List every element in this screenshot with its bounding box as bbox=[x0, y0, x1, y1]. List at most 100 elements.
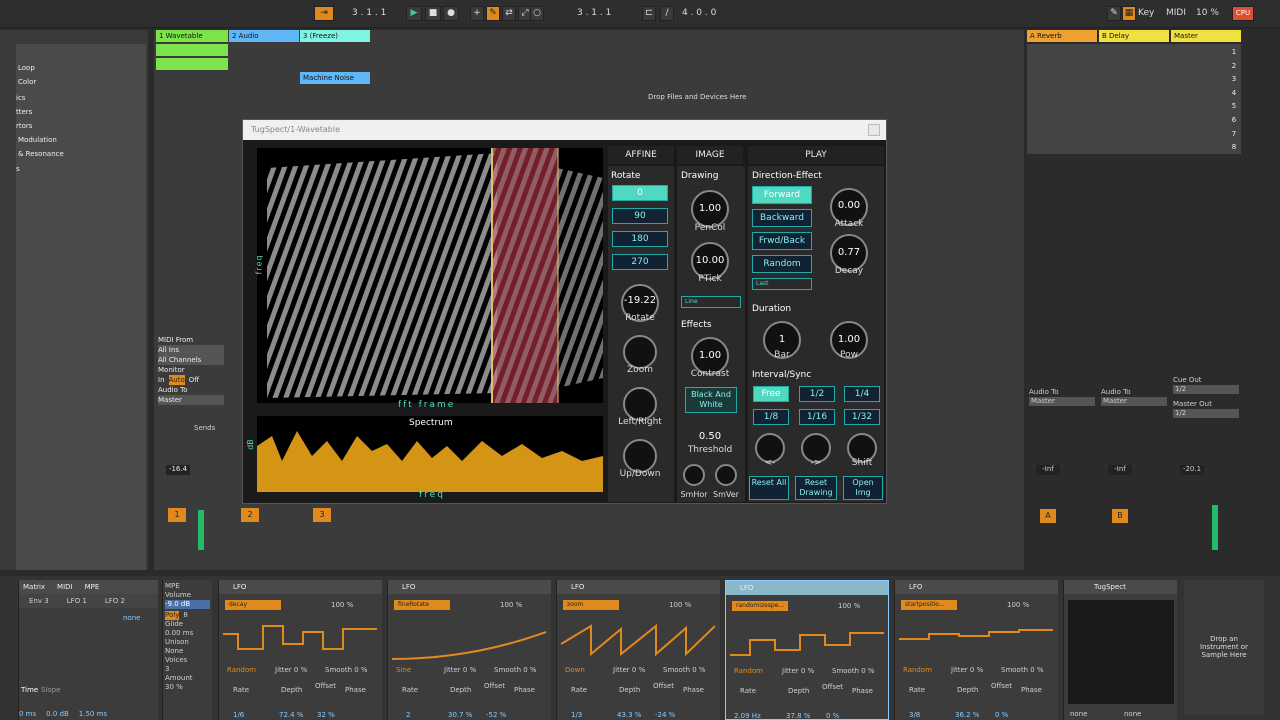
return-b-output[interactable]: Master bbox=[1101, 397, 1167, 406]
loop-length[interactable]: 4 . 0 . 0 bbox=[682, 8, 716, 18]
random-button[interactable]: Random bbox=[752, 255, 812, 273]
lfo-title[interactable]: LFO bbox=[726, 581, 888, 595]
key-map-button[interactable]: Key bbox=[1138, 8, 1154, 18]
sync-free-button[interactable]: Free bbox=[753, 386, 789, 402]
track-header-2[interactable]: 2 Audio bbox=[229, 30, 299, 42]
lfo-wave-select[interactable]: Down bbox=[565, 666, 585, 674]
left-right-knob[interactable] bbox=[623, 387, 657, 421]
browser-item[interactable]: tters bbox=[16, 108, 32, 116]
lfo-jitter[interactable]: Jitter 0 % bbox=[951, 666, 983, 674]
plugin-title-bar[interactable]: TugSpect/1-Wavetable bbox=[243, 120, 886, 140]
track-header-1[interactable]: 1 Wavetable bbox=[156, 30, 228, 42]
poly-button[interactable]: Poly bbox=[165, 611, 180, 620]
scene-number[interactable]: 7 bbox=[1228, 128, 1240, 142]
session-record-button[interactable]: ○ bbox=[530, 6, 544, 21]
sync-sixteenth-button[interactable]: 1/16 bbox=[799, 409, 835, 425]
threshold-value[interactable]: 0.50 bbox=[683, 431, 737, 442]
lfo-wave-select[interactable]: Random bbox=[903, 666, 932, 674]
lfo-amount[interactable]: 100 % bbox=[331, 601, 353, 609]
smver-knob[interactable] bbox=[715, 464, 737, 486]
overdub-button[interactable]: + bbox=[470, 6, 484, 21]
scene-number[interactable]: 4 bbox=[1228, 87, 1240, 101]
lfo-offset-value[interactable]: 0 % bbox=[995, 711, 1008, 719]
record-button[interactable]: ● bbox=[443, 6, 459, 21]
browser-item[interactable]: & Resonance bbox=[18, 150, 64, 158]
voices-count[interactable]: 8 bbox=[183, 611, 187, 620]
lfo-target-none[interactable]: none bbox=[123, 614, 140, 622]
tab-lfo2[interactable]: LFO 2 bbox=[105, 597, 125, 605]
punch-in-button[interactable]: ⊏ bbox=[642, 6, 656, 21]
lfo-title[interactable]: LFO bbox=[895, 580, 1058, 594]
return-header-a[interactable]: A Reverb bbox=[1027, 30, 1097, 42]
lfo-rate-value[interactable]: 1/3 bbox=[571, 711, 582, 719]
track-activator-3[interactable]: 3 bbox=[313, 508, 331, 522]
unison-select[interactable]: None bbox=[165, 647, 210, 656]
tugspect-select-2[interactable]: none bbox=[1124, 710, 1141, 718]
cue-out-select[interactable]: 1/2 bbox=[1173, 385, 1239, 394]
lfo-smooth[interactable]: Smooth 0 % bbox=[1001, 666, 1044, 674]
draw-mode-button[interactable]: ∕ bbox=[660, 6, 674, 21]
close-icon[interactable] bbox=[868, 124, 880, 136]
forward-back-button[interactable]: Frwd/Back bbox=[752, 232, 812, 250]
lfo-smooth[interactable]: Smooth 0 % bbox=[325, 666, 368, 674]
browser-item[interactable]: Loop bbox=[18, 64, 35, 72]
lfo-target[interactable]: zoom bbox=[563, 600, 619, 610]
lfo-target[interactable]: decay bbox=[225, 600, 281, 610]
tab-affine[interactable]: AFFINE bbox=[608, 146, 674, 164]
amount-value[interactable]: 30 % bbox=[165, 683, 210, 692]
lfo-offset-value[interactable]: 32 % bbox=[317, 711, 335, 719]
lfo-depth-value[interactable]: 72.4 % bbox=[279, 711, 303, 719]
clip-machine-noise[interactable]: Machine Noise bbox=[300, 72, 370, 84]
env-gain-value[interactable]: 0.0 dB bbox=[46, 710, 69, 718]
return-a-volume[interactable]: -Inf bbox=[1036, 465, 1060, 475]
sync-thirtysecond-button[interactable]: 1/32 bbox=[844, 409, 880, 425]
open-img-button[interactable]: Open Img bbox=[843, 476, 883, 500]
master-header[interactable]: Master bbox=[1171, 30, 1241, 42]
tugspect-preview[interactable] bbox=[1068, 600, 1174, 704]
lfo-depth-value[interactable]: 43.3 % bbox=[617, 711, 641, 719]
lfo-offset-value[interactable]: -52 % bbox=[486, 711, 506, 719]
black-white-button[interactable]: Black And White bbox=[685, 387, 737, 413]
rotate-180-button[interactable]: 180 bbox=[612, 231, 668, 247]
tab-lfo1[interactable]: LFO 1 bbox=[67, 597, 87, 605]
return-b-activator[interactable]: B bbox=[1112, 509, 1128, 523]
automation-arm-button[interactable]: ✎ bbox=[486, 6, 500, 21]
zoom-knob[interactable] bbox=[623, 335, 657, 369]
lfo-smooth[interactable]: Smooth 0 % bbox=[663, 666, 706, 674]
mode-select[interactable]: Last bbox=[752, 278, 812, 290]
lfo-title[interactable]: LFO bbox=[219, 580, 382, 594]
browser-item[interactable]: Color bbox=[18, 78, 36, 86]
lfo-target[interactable]: fineRotate bbox=[394, 600, 450, 610]
lfo-rate-value[interactable]: 1/6 bbox=[233, 711, 244, 719]
sync-quarter-button[interactable]: 1/4 bbox=[844, 386, 880, 402]
spectrogram-image[interactable] bbox=[257, 148, 603, 403]
play-button[interactable]: ▶ bbox=[406, 6, 422, 21]
lfo-depth-value[interactable]: 37.8 % bbox=[786, 712, 810, 720]
unison-voices[interactable]: 3 bbox=[165, 665, 210, 674]
pencil-icon[interactable]: ✎ bbox=[1107, 6, 1121, 21]
reset-all-button[interactable]: Reset All bbox=[749, 476, 789, 500]
monitor-in[interactable]: In bbox=[158, 375, 165, 385]
lfo-amount[interactable]: 100 % bbox=[1007, 601, 1029, 609]
tugspect-title[interactable]: TugSpect bbox=[1064, 580, 1177, 594]
scene-number[interactable]: 6 bbox=[1228, 114, 1240, 128]
scene-number[interactable]: 1 bbox=[1228, 46, 1240, 60]
lfo-amount[interactable]: 100 % bbox=[669, 601, 691, 609]
lfo-target[interactable]: startpositio... bbox=[901, 600, 957, 610]
stop-button[interactable]: ■ bbox=[425, 6, 441, 21]
env-time-value[interactable]: 0 ms bbox=[19, 710, 36, 718]
line-select[interactable]: Line bbox=[681, 296, 741, 308]
return-a-activator[interactable]: A bbox=[1040, 509, 1056, 523]
tab-env3[interactable]: Env 3 bbox=[29, 597, 49, 605]
lfo-jitter[interactable]: Jitter 0 % bbox=[444, 666, 476, 674]
instrument-drop-zone[interactable]: Drop an Instrument or Sample Here bbox=[1184, 580, 1264, 715]
lfo-wave-select[interactable]: Random bbox=[227, 666, 256, 674]
lfo-smooth[interactable]: Smooth 0 % bbox=[832, 667, 875, 675]
lfo-amount[interactable]: 100 % bbox=[838, 602, 860, 610]
lfo-rate-value[interactable]: 2.09 Hz bbox=[734, 712, 761, 720]
scene-number[interactable]: 5 bbox=[1228, 100, 1240, 114]
browser-item[interactable]: rtors bbox=[16, 122, 32, 130]
lfo-title[interactable]: LFO bbox=[557, 580, 720, 594]
track-header-3[interactable]: 3 (Freeze) bbox=[300, 30, 370, 42]
midi-map-button[interactable]: MIDI bbox=[1166, 8, 1186, 18]
